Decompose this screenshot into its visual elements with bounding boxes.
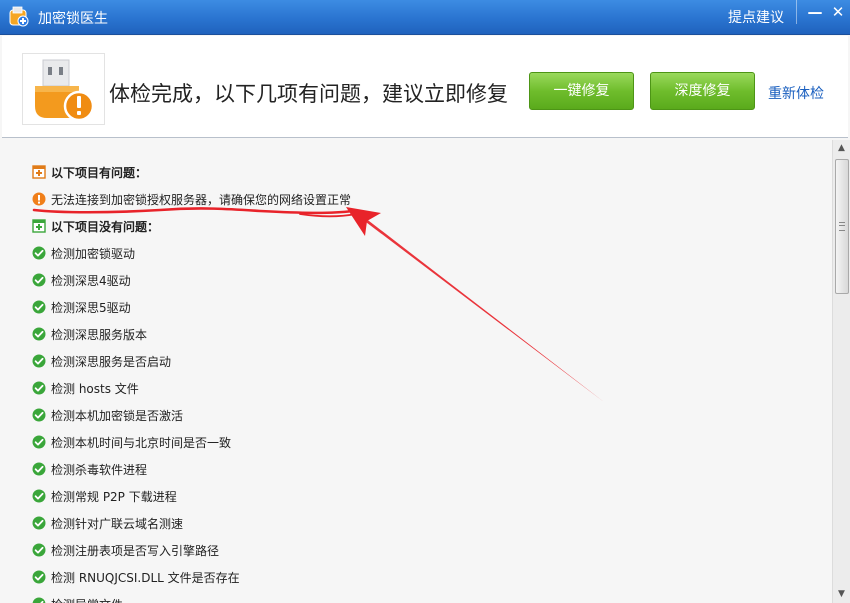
problem-item-label: 无法连接到加密锁授权服务器，请确保您的网络设置正常: [51, 193, 352, 207]
expand-square-icon: [32, 165, 46, 179]
ok-item-label: 检测异常文件: [51, 596, 123, 603]
check-circle-icon: [32, 246, 46, 260]
check-circle-icon: [32, 435, 46, 449]
check-circle-icon: [32, 327, 46, 341]
check-circle-icon: [32, 381, 46, 395]
check-circle-icon: [32, 300, 46, 314]
check-circle-icon: [32, 516, 46, 530]
check-circle-icon: [32, 354, 46, 368]
ok-section-label: 以下项目没有问题：: [51, 220, 160, 234]
ok-item-label: 检测针对广联云域名测速: [51, 517, 184, 531]
titlebar-divider: [796, 0, 797, 24]
check-result-headline: 体检完成，以下几项有问题，建议立即修复: [109, 82, 508, 106]
ok-item-label: 检测深思4驱动: [51, 274, 131, 288]
check-result-list: 以下项目有问题： 无法连接到加密锁授权服务器，请确保您的网络设置正常 以下项目没…: [2, 140, 832, 603]
problem-section-label: 以下项目有问题：: [51, 166, 148, 180]
ok-item-label: 检测常规 P2P 下载进程: [51, 490, 177, 504]
check-circle-icon: [32, 543, 46, 557]
result-header: 体检完成，以下几项有问题，建议立即修复 一键修复 深度修复 重新体检: [2, 36, 848, 138]
check-circle-icon: [32, 489, 46, 503]
check-circle-icon: [32, 462, 46, 476]
vertical-scrollbar[interactable]: ▲ ▼: [832, 140, 850, 603]
ok-item-label: 检测深思服务是否启动: [51, 355, 172, 369]
ok-item-label: 检测深思服务版本: [51, 328, 148, 342]
ok-item-label: 检测本机时间与北京时间是否一致: [51, 436, 232, 450]
check-circle-icon: [32, 597, 46, 603]
dongle-doctor-icon: [9, 6, 29, 27]
recheck-link[interactable]: 重新体检: [768, 83, 824, 103]
app-window: 加密锁医生 提点建议 — ✕ 体检完成，以下几项有问题，建议立即修复 一键修复 …: [0, 0, 850, 603]
title-bar[interactable]: 加密锁医生 提点建议 — ✕: [0, 0, 850, 35]
ok-item-label: 检测 hosts 文件: [51, 382, 139, 396]
one-click-fix-button[interactable]: 一键修复: [529, 72, 634, 110]
deep-fix-button[interactable]: 深度修复: [650, 72, 755, 110]
scrollbar-thumb[interactable]: [835, 159, 849, 294]
feedback-link[interactable]: 提点建议: [728, 7, 784, 27]
scroll-down-arrow-icon[interactable]: ▼: [833, 586, 850, 603]
ok-item-label: 检测 RNUQJCSI.DLL 文件是否存在: [51, 571, 240, 585]
ok-item-label: 检测本机加密锁是否激活: [51, 409, 184, 423]
grip-icon: [839, 222, 845, 231]
check-circle-icon: [32, 570, 46, 584]
ok-item-label: 检测深思5驱动: [51, 301, 131, 315]
ok-item-label: 检测注册表项是否写入引擎路径: [51, 544, 220, 558]
check-circle-icon: [32, 273, 46, 287]
ok-item-label: 检测杀毒软件进程: [51, 463, 148, 477]
check-circle-icon: [32, 408, 46, 422]
ok-item-label: 检测加密锁驱动: [51, 247, 136, 261]
warning-circle-icon: [32, 192, 46, 206]
minimize-button[interactable]: —: [805, 2, 825, 22]
expand-square-icon: [32, 219, 46, 233]
window-title: 加密锁医生: [38, 11, 108, 27]
scroll-up-arrow-icon[interactable]: ▲: [833, 140, 850, 157]
close-button[interactable]: ✕: [828, 2, 848, 22]
usb-dongle-warning-icon: [22, 53, 105, 125]
